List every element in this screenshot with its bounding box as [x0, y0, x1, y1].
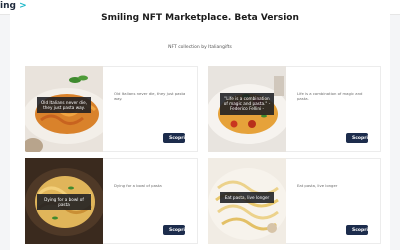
- scopri-button[interactable]: Scopri: [163, 133, 185, 143]
- pasta-image[interactable]: Dying for a bowl of pasta: [25, 158, 103, 244]
- image-caption: Eat pasta, live longer: [220, 192, 274, 204]
- page-subtitle: NFT collection by Italiangifts: [168, 45, 232, 50]
- card-description: Eat pasta, live longer: [297, 183, 338, 188]
- card-description: Old Italians never die, they just pasta …: [114, 91, 186, 101]
- nft-card: Old Italians never die, they just pasta …: [25, 66, 198, 152]
- image-caption: Old Italians never die, they just pasta …: [37, 97, 91, 114]
- card-description: Life is a combination of magic and pasta…: [297, 91, 363, 101]
- logo-text: ing: [0, 1, 16, 11]
- card-description: Dying for a bowl of pasta: [114, 183, 162, 188]
- image-caption-text: "Life is a combination of magic and past…: [223, 96, 270, 107]
- image-caption: "Life is a combination of magic and past…: [220, 93, 274, 115]
- image-caption-text: Dying for a bowl of pasta: [44, 197, 84, 208]
- scopri-button[interactable]: Scopri: [346, 225, 368, 235]
- logo-arrow-icon: >: [19, 1, 27, 11]
- nft-card: "Life is a combination of magic and past…: [208, 66, 381, 152]
- site-logo[interactable]: ing >: [0, 1, 27, 11]
- pasta-image[interactable]: "Life is a combination of magic and past…: [208, 66, 286, 152]
- nft-card: Eat pasta, live longer Eat pasta, live l…: [208, 158, 381, 244]
- pasta-image[interactable]: Old Italians never die, they just pasta …: [25, 66, 103, 152]
- scopri-button[interactable]: Scopri: [163, 225, 185, 235]
- image-caption-text: Eat pasta, live longer: [224, 195, 270, 200]
- page-title: Smiling NFT Marketplace. Beta Version: [101, 13, 299, 23]
- scopri-button[interactable]: Scopri: [346, 133, 368, 143]
- nft-card: Dying for a bowl of pasta Dying for a bo…: [25, 158, 198, 244]
- pasta-image[interactable]: Eat pasta, live longer: [208, 158, 286, 244]
- image-caption-text: Old Italians never die, they just pasta …: [40, 100, 88, 111]
- image-caption: Dying for a bowl of pasta: [37, 194, 91, 211]
